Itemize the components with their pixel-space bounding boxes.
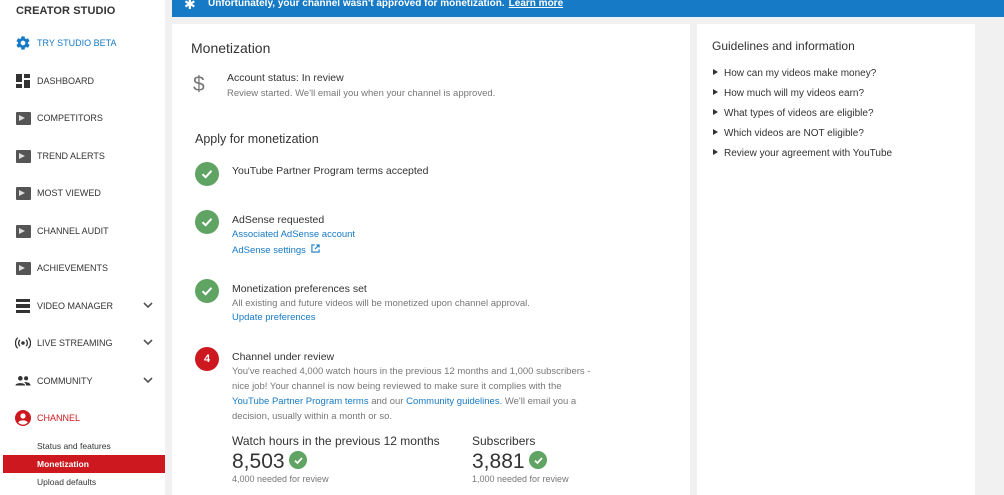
sidebar-item-community[interactable]: COMMUNITY xyxy=(0,366,165,396)
sidebar-item-live-streaming[interactable]: LIVE STREAMING xyxy=(0,328,165,358)
banner-text: Unfortunately, your channel wasn't appro… xyxy=(208,0,505,9)
star-icon: ✱ xyxy=(184,0,196,12)
check-circle-icon xyxy=(195,210,219,234)
watch-hours-note: 4,000 needed for review xyxy=(232,474,329,484)
sidebar-subitem-label: Status and features xyxy=(37,441,111,451)
caret-right-icon xyxy=(713,109,718,116)
banner-message: Unfortunately, your channel wasn't appro… xyxy=(208,0,563,9)
external-link-icon xyxy=(311,244,320,256)
sidebar-item-label: ACHIEVEMENTS xyxy=(37,263,109,273)
sidebar-subitem-status-and-features[interactable]: Status and features xyxy=(3,437,165,455)
sidebar-item-label: CHANNEL xyxy=(37,413,81,423)
sidebar: CREATOR STUDIO TRY STUDIO BETA DASHBOARD… xyxy=(0,0,165,495)
sidebar-item-dashboard[interactable]: DASHBOARD xyxy=(0,66,165,96)
sidebar-item-achievements[interactable]: ACHIEVEMENTS xyxy=(0,253,165,283)
guideline-label: Which videos are NOT eligible? xyxy=(724,128,864,139)
sidebar-item-channel[interactable]: CHANNEL xyxy=(0,403,165,433)
community-guidelines-link[interactable]: Community guidelines xyxy=(406,396,499,407)
chevron-down-icon[interactable] xyxy=(142,299,154,311)
sidebar-subitem-upload-defaults[interactable]: Upload defaults xyxy=(3,473,165,491)
update-preferences-link[interactable]: Update preferences xyxy=(232,312,315,323)
check-circle-icon xyxy=(195,279,219,303)
guideline-item[interactable]: How much will my videos earn? xyxy=(713,88,864,99)
guidelines-card: Guidelines and information How can my vi… xyxy=(697,24,975,495)
account-icon xyxy=(15,410,31,426)
sidebar-item-label: MOST VIEWED xyxy=(37,188,101,198)
step-monetization-preferences-desc: All existing and future videos will be m… xyxy=(232,298,530,309)
page-title: Monetization xyxy=(191,40,271,56)
sidebar-subitem-label: Upload defaults xyxy=(37,477,97,487)
sidebar-item-label: TRY STUDIO BETA xyxy=(37,38,117,48)
account-status: Account status: In review xyxy=(227,72,344,84)
guideline-label: How much will my videos earn? xyxy=(724,88,865,99)
sidebar-title: CREATOR STUDIO xyxy=(16,5,116,17)
gear-icon xyxy=(15,35,31,51)
sidebar-item-try-studio-beta[interactable]: TRY STUDIO BETA xyxy=(0,28,165,58)
adsense-settings-link[interactable]: AdSense settings xyxy=(232,245,306,256)
caret-right-icon xyxy=(713,129,718,136)
guideline-label: Review your agreement with YouTube xyxy=(724,148,893,159)
video-manager-icon xyxy=(15,298,31,314)
check-circle-icon xyxy=(289,451,307,469)
video-thumbnail-icon xyxy=(15,185,31,201)
sidebar-item-channel-audit[interactable]: CHANNEL AUDIT xyxy=(0,216,165,246)
people-icon xyxy=(15,373,31,389)
review-text: and our xyxy=(371,396,404,407)
monetization-card: Monetization $ Account status: In review… xyxy=(172,24,690,495)
video-thumbnail-icon xyxy=(15,110,31,126)
watch-hours-label: Watch hours in the previous 12 months xyxy=(232,434,440,448)
sidebar-item-trend-alerts[interactable]: TREND ALERTS xyxy=(0,141,165,171)
video-thumbnail-icon xyxy=(15,260,31,276)
sidebar-item-label: LIVE STREAMING xyxy=(37,338,113,348)
adsense-settings-link-wrap[interactable]: AdSense settings xyxy=(232,244,320,256)
subscribers-note: 1,000 needed for review xyxy=(472,474,569,484)
sidebar-item-competitors[interactable]: COMPETITORS xyxy=(0,103,165,133)
apply-heading: Apply for monetization xyxy=(195,132,319,146)
step-adsense: AdSense requested xyxy=(232,214,325,226)
sidebar-subitem-label: Monetization xyxy=(37,459,89,469)
learn-more-link[interactable]: Learn more xyxy=(509,0,563,9)
step-channel-review: Channel under review xyxy=(232,351,335,363)
guideline-item[interactable]: What types of videos are eligible? xyxy=(713,108,874,119)
video-thumbnail-icon xyxy=(15,223,31,239)
guideline-label: What types of videos are eligible? xyxy=(724,108,874,119)
guideline-item[interactable]: Review your agreement with YouTube xyxy=(713,148,892,159)
guideline-item[interactable]: How can my videos make money? xyxy=(713,68,876,79)
sidebar-item-label: DASHBOARD xyxy=(37,76,95,86)
live-streaming-icon xyxy=(15,335,31,351)
caret-right-icon xyxy=(713,89,718,96)
account-status-detail: Review started. We'll email you when you… xyxy=(227,88,496,99)
subscribers-value: 3,881 xyxy=(472,450,525,473)
sidebar-item-most-viewed[interactable]: MOST VIEWED xyxy=(0,178,165,208)
partner-program-terms-link[interactable]: YouTube Partner Program terms xyxy=(232,396,369,407)
notification-banner: ✱ Unfortunately, your channel wasn't app… xyxy=(172,0,1004,17)
step-channel-review-desc: You've reached 4,000 watch hours in the … xyxy=(232,364,592,424)
sidebar-item-video-manager[interactable]: VIDEO MANAGER xyxy=(0,291,165,321)
chevron-down-icon[interactable] xyxy=(142,336,154,348)
step-partner-terms: YouTube Partner Program terms accepted xyxy=(232,165,429,177)
caret-right-icon xyxy=(713,69,718,76)
sidebar-item-label: COMPETITORS xyxy=(37,113,103,123)
chevron-down-icon[interactable] xyxy=(142,374,154,386)
sidebar-subitem-monetization[interactable]: Monetization xyxy=(3,455,165,473)
video-thumbnail-icon xyxy=(15,148,31,164)
caret-right-icon xyxy=(713,149,718,156)
subscribers-label: Subscribers xyxy=(472,434,536,448)
dollar-icon: $ xyxy=(193,73,205,96)
check-circle-icon xyxy=(529,451,547,469)
sidebar-item-label: COMMUNITY xyxy=(37,376,93,386)
review-text: You've reached 4,000 watch hours in the … xyxy=(232,366,591,392)
dashboard-icon xyxy=(15,73,31,89)
guidelines-title: Guidelines and information xyxy=(712,39,855,53)
sidebar-item-label: VIDEO MANAGER xyxy=(37,301,114,311)
guideline-item[interactable]: Which videos are NOT eligible? xyxy=(713,128,864,139)
check-circle-icon xyxy=(195,162,219,186)
guideline-label: How can my videos make money? xyxy=(724,68,877,79)
step-monetization-preferences: Monetization preferences set xyxy=(232,283,367,295)
step-number-badge: 4 xyxy=(195,347,219,371)
sidebar-item-label: TREND ALERTS xyxy=(37,151,105,161)
sidebar-item-label: CHANNEL AUDIT xyxy=(37,226,109,236)
watch-hours-value: 8,503 xyxy=(232,450,285,473)
associated-adsense-link[interactable]: Associated AdSense account xyxy=(232,229,355,240)
